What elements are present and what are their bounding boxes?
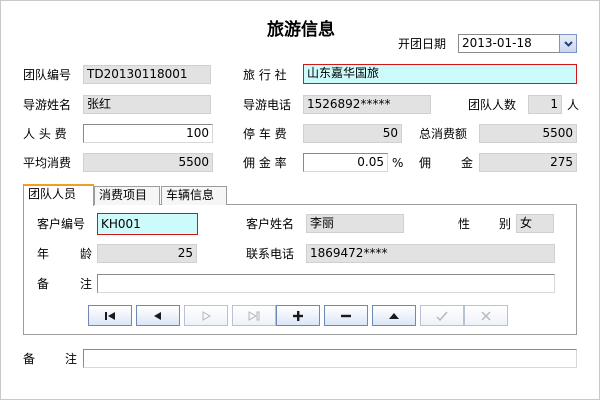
x-icon xyxy=(481,311,491,320)
team-no-label: 团队编号 xyxy=(23,68,72,82)
age-label-second-char: 龄 xyxy=(80,247,93,261)
avg-spend-field[interactable]: 5500 xyxy=(83,153,213,172)
tab-expense-items[interactable]: 消费项目 xyxy=(94,186,160,205)
guide-phone-label: 导游电话 xyxy=(243,98,292,112)
total-spend-label: 总消费额 xyxy=(419,127,468,141)
edit-record-button[interactable] xyxy=(372,305,416,326)
guide-phone-field[interactable]: 1526892***** xyxy=(303,95,431,114)
per-head-fee-field[interactable]: 100 xyxy=(83,124,213,143)
per-head-fee-label: 人 头 费 xyxy=(23,127,67,141)
member-remark-field[interactable] xyxy=(97,274,555,293)
prior-record-icon xyxy=(154,311,161,320)
team-size-label: 团队人数 xyxy=(468,98,517,112)
gender-label-first-char: 性 xyxy=(458,217,471,231)
parking-fee-field[interactable]: 50 xyxy=(303,124,402,143)
remark-label-first-char: 备 xyxy=(23,352,36,366)
minus-icon xyxy=(341,314,351,317)
agency-field[interactable]: 山东嘉华国旅 xyxy=(303,64,577,84)
travel-info-window: 旅游信息 开团日期 2013-01-18 团队编号 TD20130118001 … xyxy=(0,0,600,400)
chevron-down-icon xyxy=(563,40,573,47)
commission-rate-label: 佣 金 率 xyxy=(243,156,287,170)
date-dropdown-button[interactable] xyxy=(559,34,577,53)
delete-record-button[interactable] xyxy=(324,305,368,326)
commission-label-first-char: 佣 xyxy=(419,156,432,170)
remark-field[interactable] xyxy=(83,349,577,368)
post-edit-button[interactable] xyxy=(420,305,464,326)
guide-name-label: 导游姓名 xyxy=(23,98,72,112)
member-remark-label-second-char: 注 xyxy=(80,277,93,291)
start-date-label: 开团日期 xyxy=(398,37,447,51)
plus-icon xyxy=(293,310,303,321)
edit-up-arrow-icon xyxy=(389,312,399,319)
cancel-edit-button[interactable] xyxy=(464,305,508,326)
agency-label: 旅 行 社 xyxy=(243,68,287,82)
commission-label-second-char: 金 xyxy=(461,156,474,170)
start-date-picker[interactable]: 2013-01-18 xyxy=(458,34,561,53)
commission-field[interactable]: 275 xyxy=(479,153,577,172)
last-record-button[interactable] xyxy=(232,305,276,326)
customer-name-field[interactable]: 李丽 xyxy=(306,214,404,233)
age-label-first-char: 年 xyxy=(37,247,50,261)
team-size-unit: 人 xyxy=(567,98,580,112)
parking-fee-label: 停 车 费 xyxy=(243,127,287,141)
tab-team-members[interactable]: 团队人员 xyxy=(23,184,94,206)
team-no-field[interactable]: TD20130118001 xyxy=(83,65,211,84)
gender-label-second-char: 别 xyxy=(499,217,512,231)
next-record-icon xyxy=(202,310,212,321)
gender-field[interactable]: 女 xyxy=(516,214,554,233)
member-remark-label-first-char: 备 xyxy=(37,277,50,291)
avg-spend-label: 平均消费 xyxy=(23,156,72,170)
checkmark-icon xyxy=(436,311,448,321)
contact-phone-field[interactable]: 1869472**** xyxy=(306,244,555,263)
commission-rate-field[interactable]: 0.05 xyxy=(303,153,388,172)
customer-name-label: 客户姓名 xyxy=(246,217,295,231)
contact-phone-label: 联系电话 xyxy=(246,247,295,261)
tab-vehicle-info[interactable]: 车辆信息 xyxy=(161,186,227,205)
next-record-button[interactable] xyxy=(184,305,228,326)
team-size-field[interactable]: 1 xyxy=(528,95,562,114)
remark-label-second-char: 注 xyxy=(65,352,78,366)
age-field[interactable]: 25 xyxy=(97,244,197,263)
guide-name-field[interactable]: 张红 xyxy=(83,95,211,114)
first-record-button[interactable] xyxy=(88,305,132,326)
commission-rate-unit: % xyxy=(392,156,404,170)
first-record-icon xyxy=(105,311,115,320)
last-record-icon xyxy=(248,310,260,321)
total-spend-field[interactable]: 5500 xyxy=(479,124,577,143)
customer-no-field[interactable]: KH001 xyxy=(97,213,198,235)
insert-record-button[interactable] xyxy=(276,305,320,326)
customer-no-label: 客户编号 xyxy=(37,217,86,231)
prior-record-button[interactable] xyxy=(136,305,180,326)
